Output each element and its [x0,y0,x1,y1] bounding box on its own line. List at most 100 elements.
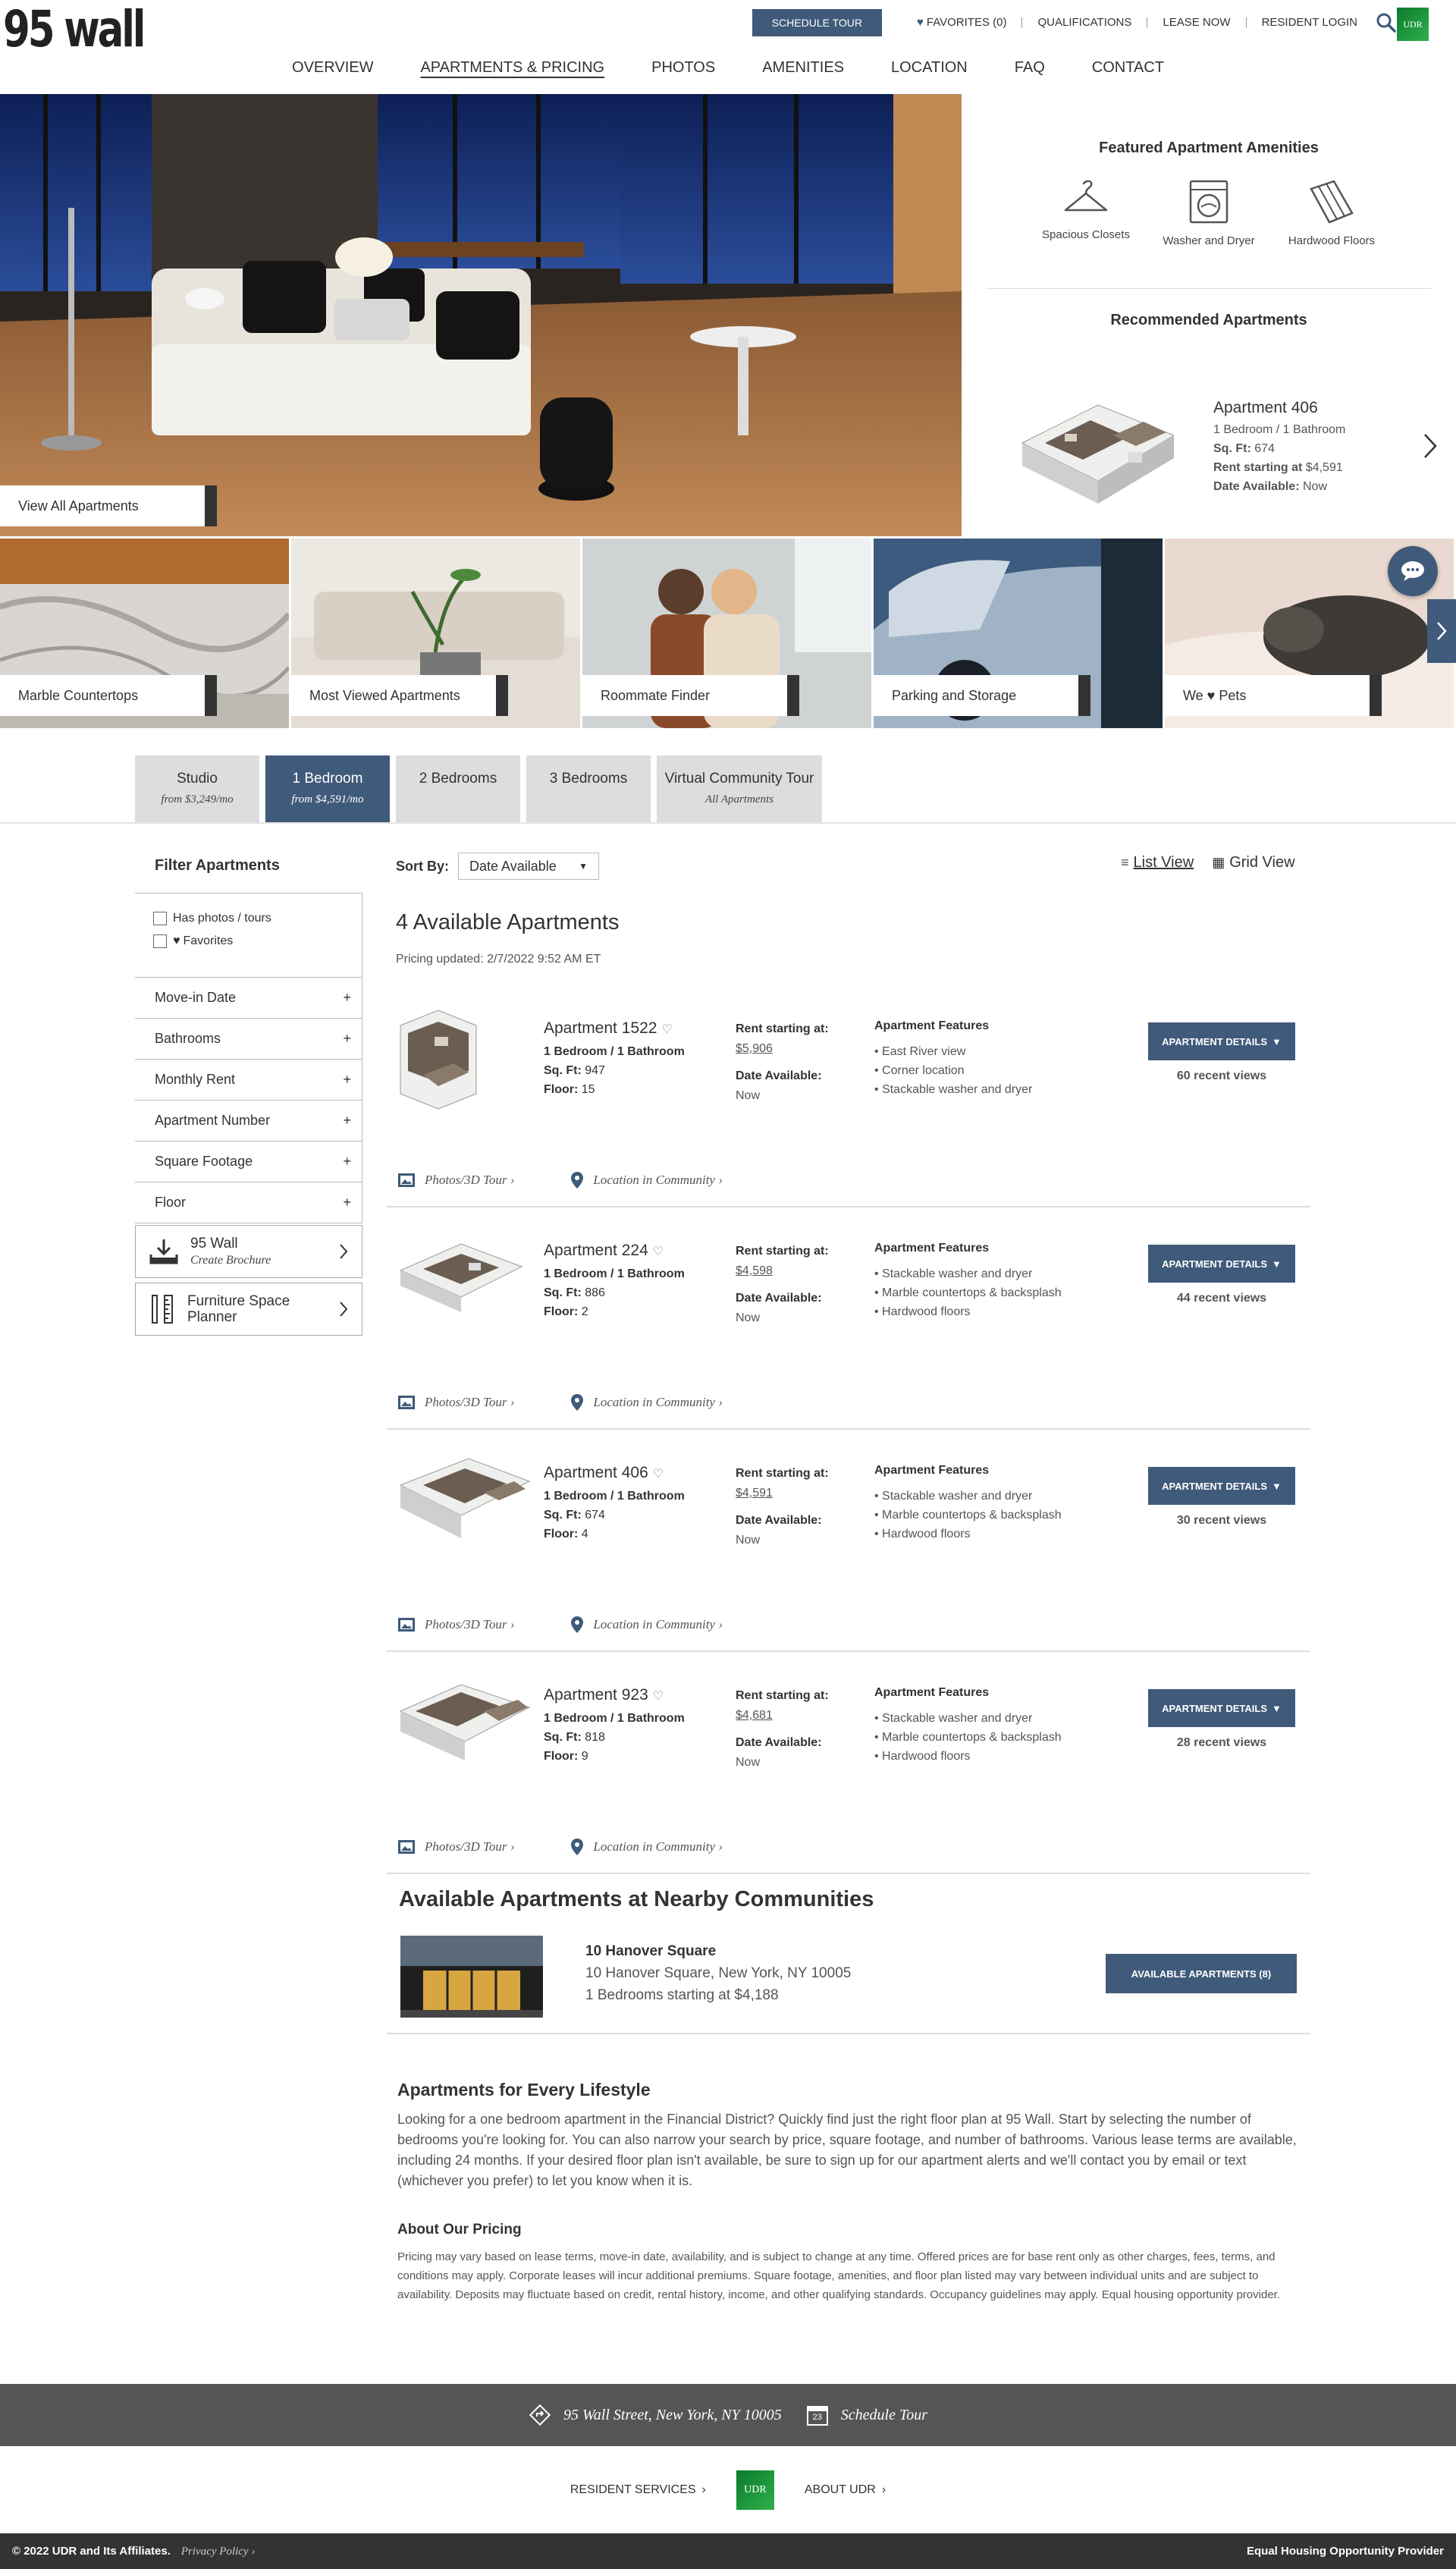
filter-square-footage[interactable]: Square Footage + [135,1142,362,1182]
calendar-icon[interactable]: 23 [806,2404,829,2426]
plus-icon: + [343,1195,351,1210]
floor-plan-image[interactable] [393,1669,537,1783]
apartment-details-button[interactable]: APARTMENT DETAILS ▼ [1148,1245,1295,1283]
photos-tour-link[interactable]: Photos/3D Tour › [397,1838,514,1856]
rent-value[interactable]: $4,681 [736,1709,773,1722]
photos-tour-link[interactable]: Photos/3D Tour › [397,1616,514,1634]
location-link[interactable]: Location in Community › [570,1838,723,1856]
checkbox-label: Has photos / tours [173,912,271,925]
apartment-features: Apartment Features East River viewCorner … [874,1019,1032,1099]
privacy-policy-link[interactable]: Privacy Policy › [181,2545,255,2558]
nav-contact[interactable]: CONTACT [1068,59,1188,77]
filter-move-in-date[interactable]: Move-in Date + [135,978,362,1019]
rent-value[interactable]: $4,598 [736,1264,773,1277]
location-link[interactable]: Location in Community › [570,1171,723,1189]
has-photos-checkbox[interactable]: Has photos / tours [153,912,362,925]
apartment-name-text: Apartment 224 [544,1242,648,1259]
category-marble-countertops[interactable]: Marble Countertops [0,539,289,728]
resident-services-link[interactable]: RESIDENT SERVICES › [570,2483,706,2497]
resident-login-link[interactable]: RESIDENT LOGIN [1247,17,1373,28]
amenity-washer-dryer[interactable]: Washer and Dryer [1157,180,1260,247]
furniture-planner-button[interactable]: Furniture Space Planner [135,1283,362,1336]
grid-view-toggle[interactable]: ▦ Grid View [1212,854,1294,872]
floor-plan-image[interactable] [393,1225,537,1339]
apartment-details-button[interactable]: APARTMENT DETAILS ▼ [1148,1467,1295,1505]
filter-floor[interactable]: Floor + [135,1182,362,1223]
qualifications-link[interactable]: QUALIFICATIONS [1022,17,1148,28]
favorites-link[interactable]: ♥ FAVORITES (0) [902,17,1023,28]
rent-value[interactable]: $4,591 [736,1487,773,1500]
amenity-hardwood-floors[interactable]: Hardwood Floors [1280,180,1383,247]
apartment-details-button[interactable]: APARTMENT DETAILS ▼ [1148,1022,1295,1060]
about-udr-link[interactable]: ABOUT UDR › [805,2483,886,2497]
tab-virtual-tour[interactable]: Virtual Community Tour All Apartments [657,755,822,822]
checkbox-box[interactable] [153,934,167,948]
site-logo[interactable]: 95 wall [3,5,146,55]
feature-item: Stackable washer and dryer [874,1264,1062,1283]
filter-apartment-number[interactable]: Apartment Number + [135,1101,362,1142]
list-view-toggle[interactable]: ≡ List View [1121,854,1194,872]
nearby-address: 10 Hanover Square, New York, NY 10005 [585,1965,852,1981]
floor-plan-image[interactable] [393,1447,537,1561]
filter-monthly-rent[interactable]: Monthly Rent + [135,1060,362,1101]
lease-now-link[interactable]: LEASE NOW [1147,17,1247,28]
udr-footer-logo[interactable]: UDR [736,2470,774,2510]
recommended-next-chevron-icon[interactable] [1423,432,1438,460]
photos-tour-link[interactable]: Photos/3D Tour › [397,1171,514,1189]
photos-label: Photos/3D Tour [425,1839,507,1854]
tab-1-bedroom[interactable]: 1 Bedroom from $4,591/mo [265,755,390,824]
copy-title: Apartments for Every Lifestyle [397,2080,651,2099]
rent-value[interactable]: $5,906 [736,1042,773,1055]
nav-amenities[interactable]: AMENITIES [739,59,868,77]
feature-item: Corner location [874,1061,1032,1080]
tab-2-bedrooms[interactable]: 2 Bedrooms [396,755,520,822]
floor-plan-image[interactable] [393,1003,537,1116]
footer-schedule-tour-link[interactable]: Schedule Tour [841,2407,927,2424]
favorite-heart-icon[interactable]: ♡ [653,1468,664,1481]
location-link[interactable]: Location in Community › [570,1616,723,1634]
available-apartments-button[interactable]: AVAILABLE APARTMENTS (8) [1106,1954,1297,1993]
plus-icon: + [343,990,351,1005]
apartment-details-button[interactable]: APARTMENT DETAILS ▼ [1148,1689,1295,1727]
checkbox-box[interactable] [153,912,167,925]
pricing-body: Pricing may vary based on lease terms, m… [397,2250,1280,2301]
nav-apartments-pricing[interactable]: APARTMENTS & PRICING [397,59,628,77]
apartment-meta: 1 Bedroom / 1 Bathroom Sq. Ft: 947 Floor: … [544,1042,685,1099]
chat-icon[interactable] [1388,546,1438,596]
view-all-apartments-button[interactable]: View All Apartments [0,485,217,526]
sort-select[interactable]: Date Available ▼ [458,853,600,880]
carousel-next-chevron-icon[interactable] [1427,599,1456,663]
udr-logo[interactable]: UDR [1397,8,1429,41]
category-most-viewed[interactable]: Most Viewed Apartments [291,539,580,728]
nav-location[interactable]: LOCATION [868,59,991,77]
date-label: Date Available: [1213,480,1300,493]
directions-icon[interactable] [529,2404,551,2426]
photos-tour-link[interactable]: Photos/3D Tour › [397,1393,514,1412]
nav-faq[interactable]: FAQ [991,59,1068,77]
nav-photos[interactable]: PHOTOS [628,59,739,77]
favorite-heart-icon[interactable]: ♡ [653,1245,664,1258]
favorite-heart-icon[interactable]: ♡ [661,1023,672,1036]
category-roommate-finder[interactable]: Roommate Finder [582,539,871,728]
recommended-apartment-card[interactable]: Apartment 406 1 Bedroom / 1 Bathroom Sq.… [1015,387,1439,508]
chevron-right-icon: › [881,2483,886,2496]
tab-3-bedrooms[interactable]: 3 Bedrooms [526,755,651,822]
apartment-name[interactable]: Apartment 1522 ♡ [544,1019,673,1038]
apartment-name-text: Apartment 923 [544,1686,648,1704]
favorite-heart-icon[interactable]: ♡ [653,1690,664,1703]
footer-address-link[interactable]: 95 Wall Street, New York, NY 10005 [563,2407,782,2424]
apartment-name[interactable]: Apartment 406 ♡ [544,1464,664,1482]
amenity-spacious-closets[interactable]: Spacious Closets [1034,180,1138,247]
create-brochure-button[interactable]: 95 Wall Create Brochure [135,1225,362,1278]
search-icon[interactable] [1376,12,1397,33]
filter-bathrooms[interactable]: Bathrooms + [135,1019,362,1060]
schedule-tour-button[interactable]: SCHEDULE TOUR [752,9,882,36]
tab-studio[interactable]: Studio from $3,249/mo [135,755,259,822]
favorites-checkbox[interactable]: ♥ Favorites [153,934,362,948]
listing-links: Photos/3D Tour › Location in Community › [397,1171,723,1189]
apartment-name[interactable]: Apartment 923 ♡ [544,1686,664,1704]
apartment-name[interactable]: Apartment 224 ♡ [544,1242,664,1260]
category-parking-storage[interactable]: Parking and Storage [874,539,1163,728]
location-link[interactable]: Location in Community › [570,1393,723,1412]
nav-overview[interactable]: OVERVIEW [268,59,397,77]
